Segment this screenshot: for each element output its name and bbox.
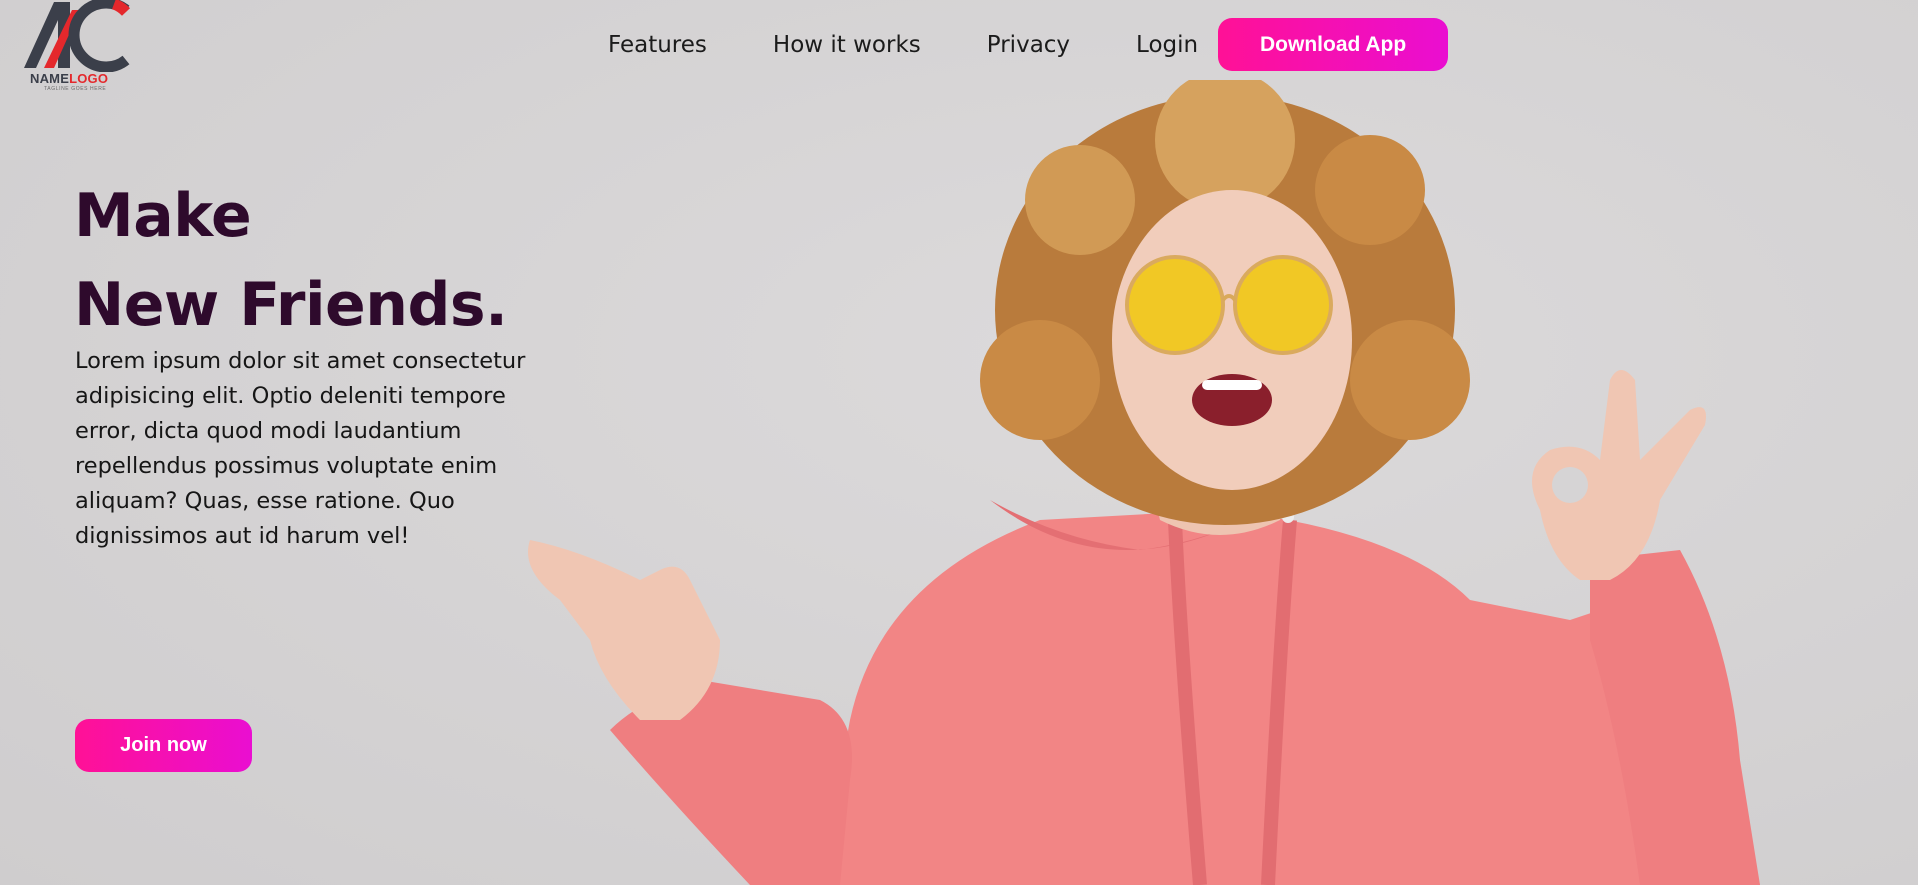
ac-logo-icon — [24, 0, 130, 72]
hero-title-line1: Make — [74, 181, 252, 251]
nav-link-how-it-works[interactable]: How it works — [773, 32, 921, 58]
logo-tagline: TAGLINE GOES HERE — [44, 86, 107, 92]
nav-link-privacy[interactable]: Privacy — [987, 32, 1070, 58]
join-now-button[interactable]: Join now — [75, 719, 252, 772]
logo-wordmark: NAMELOGO — [30, 71, 108, 86]
logo-name-part2: LOGO — [69, 71, 109, 86]
hero-description: Lorem ipsum dolor sit amet consectetur a… — [75, 348, 526, 549]
top-nav: Features How it works Privacy Login Down… — [608, 18, 1449, 71]
brand-logo[interactable]: NAMELOGO TAGLINE GOES HERE — [18, 0, 130, 92]
ok-hand — [1532, 370, 1706, 580]
hero-title: Make New Friends. — [74, 172, 508, 350]
nav-link-features[interactable]: Features — [608, 32, 707, 58]
download-app-button[interactable]: Download App — [1218, 18, 1449, 71]
hero-title-line2: New Friends. — [74, 270, 508, 340]
nav-link-login[interactable]: Login — [1136, 32, 1198, 58]
hero-woman-image — [528, 80, 1760, 885]
logo-name-part1: NAME — [30, 71, 70, 86]
pointing-hand — [528, 540, 720, 720]
